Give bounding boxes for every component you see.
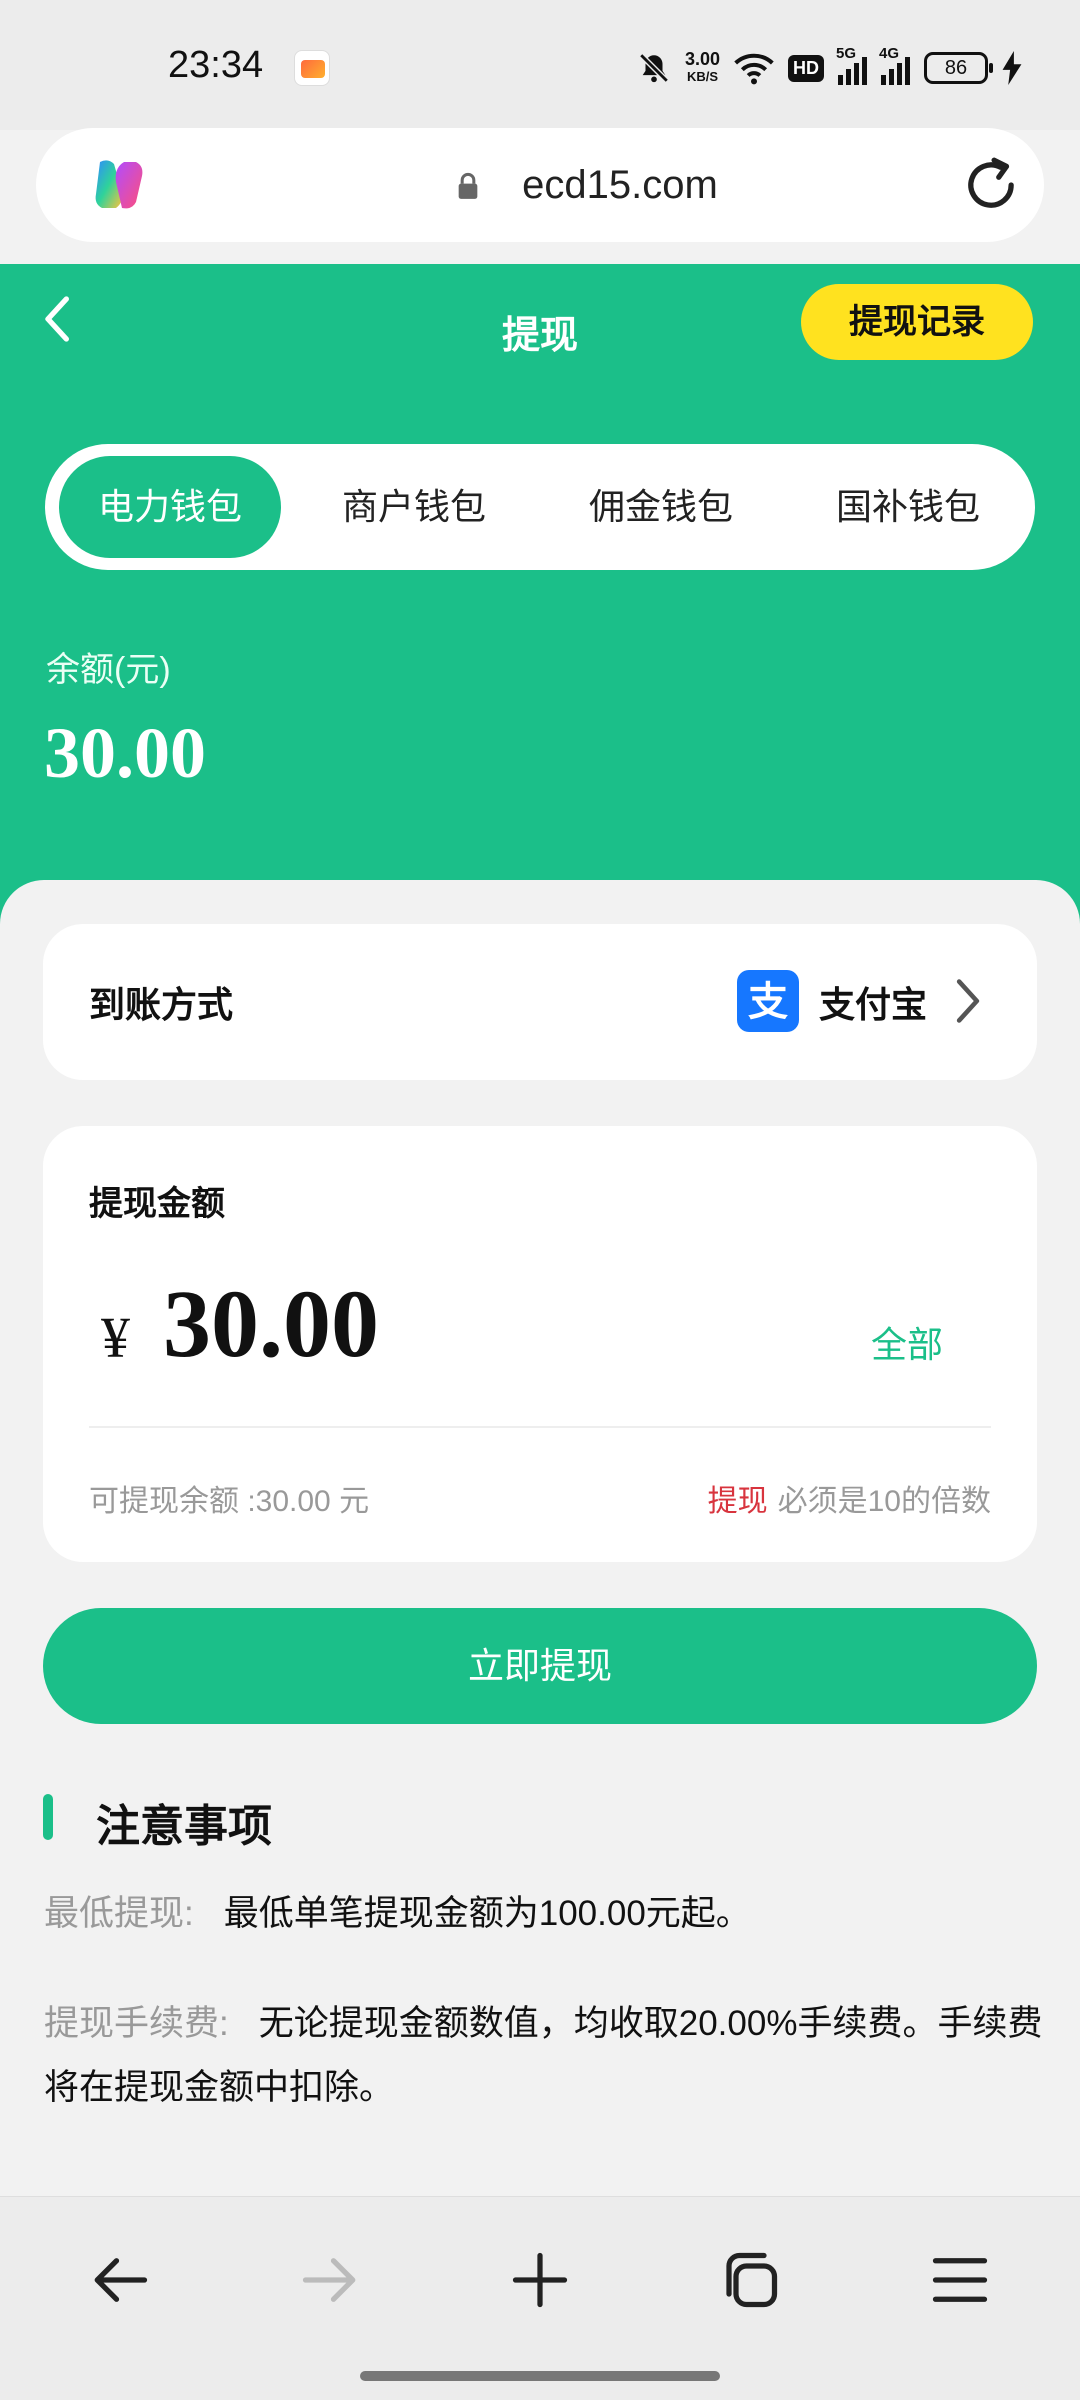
tab-merchant-wallet[interactable]: 商户钱包: [319, 444, 509, 570]
browser-toolbar: [0, 2196, 1080, 2400]
new-tab-plus-icon[interactable]: [505, 2245, 575, 2315]
payout-method-row[interactable]: 到账方式 支 支付宝: [43, 924, 1037, 1080]
tab-power-wallet[interactable]: 电力钱包: [59, 456, 281, 558]
menu-icon[interactable]: [925, 2245, 995, 2315]
wallet-tabs: 电力钱包 商户钱包 佣金钱包 国补钱包: [45, 444, 1035, 570]
chevron-right-icon: [956, 979, 980, 1023]
note-text: 最低单笔提现金额为100.00元起。: [223, 1894, 751, 1933]
balance-label: 余额(元): [46, 651, 171, 689]
note-fee: 提现手续费: 无论提现金额数值，均收取20.00%手续费。手续费将在提现金额中扣除…: [44, 1992, 1044, 2120]
tab-subsidy-wallet[interactable]: 国补钱包: [813, 444, 1003, 570]
wifi-icon: [734, 53, 774, 85]
clock: 23:34: [168, 44, 264, 86]
hd-icon: HD: [788, 54, 824, 82]
back-arrow-icon[interactable]: [85, 2245, 155, 2315]
status-icons: 3.00 KB/S HD 5G 4G 86: [637, 44, 1022, 92]
available-balance-text: 可提现余额 :30.00 元: [89, 1485, 370, 1518]
payout-method-label: 到账方式: [89, 984, 234, 1025]
balance-value: 30.00: [44, 713, 206, 793]
tabs-icon[interactable]: [715, 2245, 785, 2315]
signal-4g-icon: 4G: [879, 45, 910, 85]
multiple-rule-text: 提现 必须是10的倍数: [708, 1476, 991, 1520]
battery-icon: 86: [924, 52, 993, 84]
note-key: 提现手续费:: [44, 2004, 229, 2043]
note-key: 最低提现:: [44, 1894, 194, 1933]
copilot-logo-icon[interactable]: [86, 152, 152, 218]
alipay-icon: 支: [737, 970, 799, 1032]
divider: [89, 1426, 991, 1428]
note-min-withdraw: 最低提现: 最低单笔提现金额为100.00元起。: [44, 1882, 1044, 1946]
signal-5g-icon: 5G: [836, 45, 867, 85]
lock-icon: [458, 172, 478, 199]
notes-accent-bar: [43, 1794, 53, 1840]
withdraw-record-button[interactable]: 提现记录: [801, 284, 1033, 360]
notes-title: 注意事项: [96, 1802, 272, 1851]
net-speed: 3.00 KB/S: [684, 49, 720, 84]
amount-label: 提现金额: [89, 1185, 225, 1223]
bell-muted-icon: [639, 53, 669, 83]
url-text[interactable]: ecd15.com: [480, 156, 760, 214]
status-bar: 23:34 3.00 KB/S HD 5G 4G 86: [0, 0, 1080, 130]
withdraw-now-button[interactable]: 立即提现: [43, 1608, 1037, 1724]
home-indicator[interactable]: [360, 2371, 720, 2381]
reload-icon[interactable]: [960, 154, 1022, 216]
browser-url-bar[interactable]: ecd15.com: [36, 128, 1044, 242]
rule-text: 必须是10的倍数: [777, 1485, 991, 1518]
notification-app-icon: [294, 50, 330, 86]
withdraw-header: 提现 提现记录 电力钱包 商户钱包 佣金钱包 国补钱包 余额(元) 30.00: [0, 264, 1080, 924]
withdraw-all-button[interactable]: 全部: [871, 1316, 943, 1368]
currency-symbol: ¥: [101, 1305, 130, 1370]
amount-input[interactable]: 30.00: [163, 1268, 379, 1379]
payout-method-value: 支付宝: [819, 984, 928, 1025]
svg-text:支: 支: [748, 979, 788, 1025]
forward-arrow-icon[interactable]: [295, 2245, 365, 2315]
rule-highlight: 提现: [707, 1485, 768, 1518]
charging-icon: [1002, 51, 1022, 85]
withdraw-form: 到账方式 支 支付宝 提现金额 ¥ 30.00 全部 可提现余额 :30.00 …: [0, 880, 1080, 2196]
amount-card: 提现金额 ¥ 30.00 全部 可提现余额 :30.00 元 提现 必须是10的倍…: [43, 1126, 1037, 1562]
tab-commission-wallet[interactable]: 佣金钱包: [566, 444, 756, 570]
